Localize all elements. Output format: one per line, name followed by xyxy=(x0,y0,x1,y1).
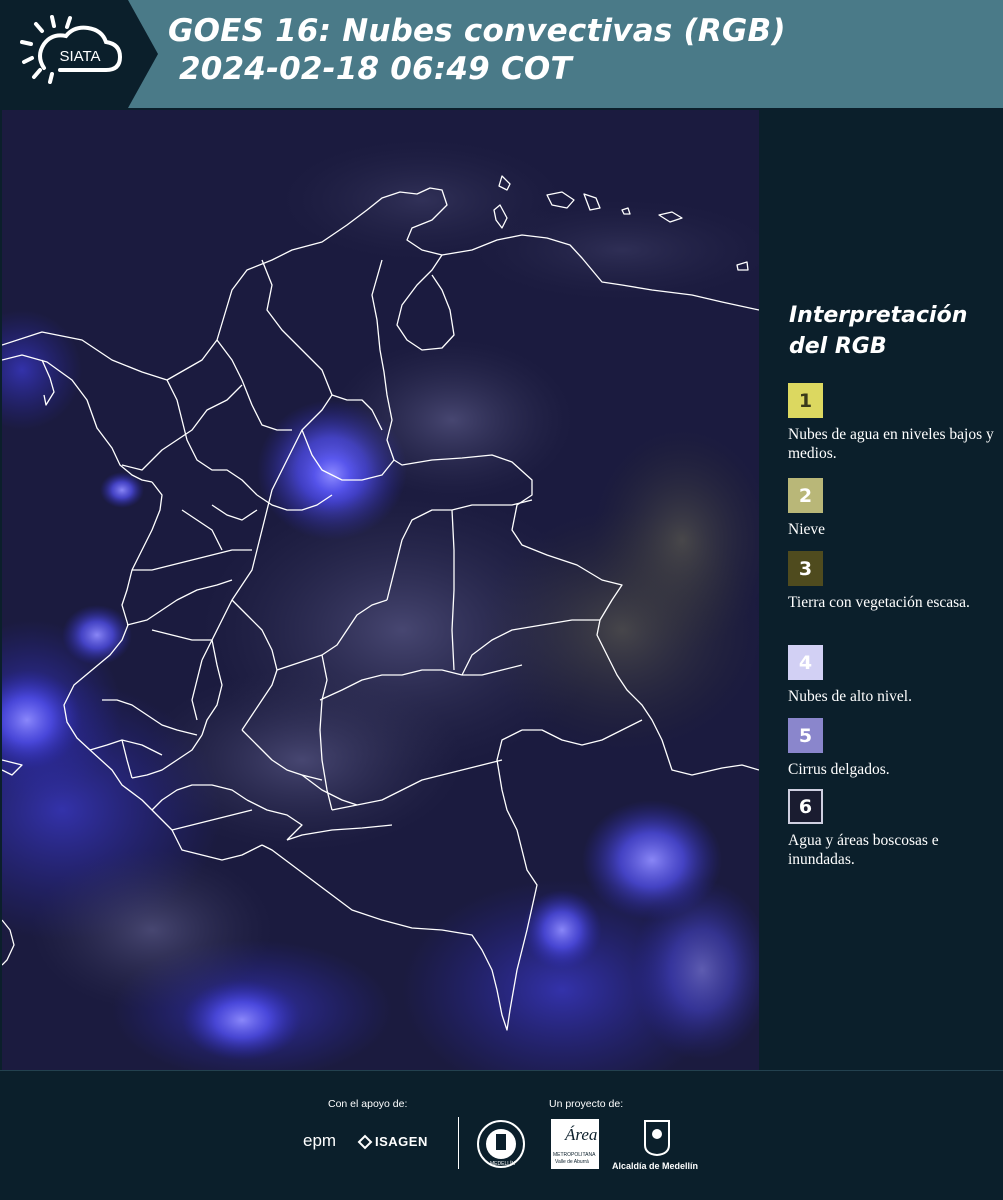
isagen-logo: ISAGEN xyxy=(375,1134,428,1149)
legend-label-5: Cirrus delgados. xyxy=(788,761,890,778)
legend-item-1: 1 Nubes de agua en niveles bajos y medio… xyxy=(788,383,998,463)
legend-swatch-1: 1 xyxy=(788,383,823,418)
project-label: Un proyecto de: xyxy=(549,1098,624,1110)
legend-swatch-2: 2 xyxy=(788,478,823,513)
header-bar: SIATA GOES 16: Nubes convectivas (RGB) 2… xyxy=(0,0,1003,108)
legend-swatch-4: 4 xyxy=(788,645,823,680)
siata-logo-text: SIATA xyxy=(59,48,100,65)
legend-title: Interpretación del RGB xyxy=(789,303,968,359)
siata-logo: SIATA xyxy=(0,0,158,108)
area-metropolitana-logo: Área METROPOLITANA Valle de Aburrá xyxy=(551,1119,599,1169)
legend-label-2: Nieve xyxy=(788,521,826,538)
legend-item-2: 2 Nieve xyxy=(788,478,998,539)
epm-logo: epm xyxy=(303,1131,337,1150)
area-logo-text: Área xyxy=(565,1125,598,1144)
legend-label-3: Tierra con vegetación escasa. xyxy=(788,594,970,611)
legend-panel: Interpretación del RGB 1 Nubes de agua e… xyxy=(760,110,1003,1070)
legend-item-4: 4 Nubes de alto nivel. xyxy=(788,645,998,706)
legend-swatch-6: 6 xyxy=(788,789,823,824)
area-logo-sub2: Valle de Aburrá xyxy=(555,1159,589,1165)
alcaldia-shield-icon xyxy=(644,1120,670,1157)
legend-swatch-5: 5 xyxy=(788,718,823,753)
footer: Con el apoyo de: Un proyecto de: epm ISA… xyxy=(0,1070,1003,1200)
legend-item-3: 3 Tierra con vegetación escasa. xyxy=(788,551,998,612)
area-logo-sub: METROPOLITANA xyxy=(553,1152,596,1158)
support-label: Con el apoyo de: xyxy=(328,1098,408,1110)
legend-item-6: 6 Agua y áreas boscosas e inundadas. xyxy=(788,789,998,869)
alcaldia-logo-text: Alcaldía de Medellín xyxy=(612,1161,699,1171)
legend-item-5: 5 Cirrus delgados. xyxy=(788,718,998,779)
footer-divider xyxy=(458,1117,459,1169)
page: { "header": { "logo_text": "SIATA", "tit… xyxy=(0,0,1003,1200)
isagen-icon xyxy=(357,1134,373,1150)
legend-label-4: Nubes de alto nivel. xyxy=(788,688,912,705)
seal-text: MEDELLÍN xyxy=(490,1161,516,1167)
legend-label-6: Agua y áreas boscosas e inundadas. xyxy=(788,832,939,868)
page-title: GOES 16: Nubes convectivas (RGB) 2024-02… xyxy=(168,13,786,87)
legend-swatch-3: 3 xyxy=(788,551,823,586)
satellite-map xyxy=(2,110,759,1070)
legend-label-1: Nubes de agua en niveles bajos y medios. xyxy=(788,426,994,462)
